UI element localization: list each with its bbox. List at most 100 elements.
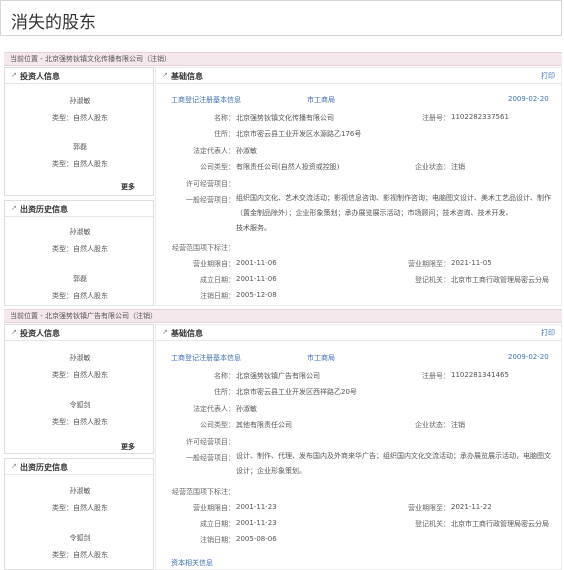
regno-value: 1102282337561 <box>451 113 509 121</box>
general-scope-label: 一般经营项目： <box>186 454 235 462</box>
name-label: 名称： <box>214 372 235 380</box>
general-scope-text: 组织国内文化、艺术交流活动；影视信息咨询、影视制作咨询；电脑图文设计、美术工艺品… <box>236 191 556 236</box>
page-header: 消失的股东 <box>0 0 562 36</box>
term-from-value: 2001-11-06 <box>236 259 277 267</box>
bureau-link[interactable]: 市工商局 <box>307 95 335 105</box>
history-panel-2: ↗ 出资历史信息 孙淑敏 类型：自然人股东 令狐剑 类型：自然人股东 <box>4 458 154 570</box>
more-link[interactable]: 更多 <box>121 442 135 452</box>
history-title: 出资历史信息 <box>20 463 68 472</box>
cancel-date-value: 2005-08-06 <box>236 535 277 543</box>
record-date: 2009-02-20 <box>508 95 549 103</box>
status-label: 企业状态： <box>415 163 450 171</box>
term-to-value: 2021-11-22 <box>451 503 492 511</box>
established-value: 2001-11-23 <box>236 519 277 527</box>
company-type-label: 公司类型： <box>200 421 235 429</box>
term-to-label: 营业期限至： <box>408 504 450 512</box>
page-title: 消失的股东 <box>11 13 96 33</box>
investor-type: 类型：自然人股东 <box>52 371 108 379</box>
history-type: 类型：自然人股东 <box>52 245 108 253</box>
registration-info-link[interactable]: 工商登记注册基本信息 <box>171 95 241 105</box>
cancel-date-label: 注销日期： <box>200 536 235 544</box>
history-title: 出资历史信息 <box>20 205 68 214</box>
basic-info-header: ↗ 基础信息 打印 <box>156 325 561 341</box>
capital-info-link[interactable]: 资本相关信息 <box>171 558 213 568</box>
term-from-value: 2001-11-23 <box>236 503 277 511</box>
basic-info-panel-2: ↗ 基础信息 打印 工商登记注册基本信息 市工商局 2009-02-20 名称：… <box>155 324 562 570</box>
authority-label: 登记机关： <box>415 276 450 284</box>
address-label: 住所： <box>214 130 235 138</box>
status-value: 注销 <box>451 163 465 171</box>
history-name[interactable]: 孙淑敏 <box>9 227 151 237</box>
scope-line: （置金制品除外）；企业形象策划；承办展览展示活动；市场顾问；技术咨询、技术开发、 <box>236 209 513 217</box>
history-panel-header: ↗ 出资历史信息 <box>5 459 153 475</box>
cancel-date-label: 注销日期： <box>200 292 235 300</box>
print-link[interactable]: 打印 <box>541 328 555 338</box>
permit-label: 许可经营项目： <box>186 438 235 446</box>
breadcrumb-text[interactable]: 当前位置 - 北京强势钬镇文化传播有限公司（注销） <box>10 54 171 64</box>
investor-name[interactable]: 孙淑敏 <box>9 96 151 106</box>
breadcrumb-text[interactable]: 当前位置 - 北京强势钬镇广告有限公司（注销） <box>10 311 157 321</box>
authority-label: 登记机关： <box>415 520 450 528</box>
term-to-value: 2021-11-05 <box>451 259 492 267</box>
term-to-label: 营业期限至： <box>408 260 450 268</box>
scope-note-label: 经营范围项下标注： <box>172 244 235 252</box>
permit-label: 许可经营项目： <box>186 180 235 188</box>
history-name[interactable]: 令狐剑 <box>9 533 151 543</box>
investors-title: 投资人信息 <box>20 72 60 81</box>
history-type: 类型：自然人股东 <box>52 292 108 300</box>
investors-panel-1: ↗ 投资人信息 孙淑敏 类型：自然人股东 郭磊 类型：自然人股东 更多 <box>4 67 154 196</box>
investor-name[interactable]: 孙淑敏 <box>9 353 151 363</box>
breadcrumb-company-2: 当前位置 - 北京强势钬镇广告有限公司（注销） <box>4 309 562 323</box>
investor-type: 类型：自然人股东 <box>52 160 108 168</box>
scope-line: 设计；企业形象策划。 <box>236 467 306 475</box>
name-value: 北京强势钬镇广告有限公司 <box>236 372 320 380</box>
print-link[interactable]: 打印 <box>541 71 555 81</box>
authority-value: 北京市工商行政管理局密云分局 <box>451 276 549 284</box>
investors-panel-header: ↗ 投资人信息 <box>5 68 153 84</box>
authority-value: 北京市工商行政管理局密云分局 <box>451 520 549 528</box>
investor-type: 类型：自然人股东 <box>52 114 108 122</box>
history-name[interactable]: 郭磊 <box>9 274 151 284</box>
investor-name[interactable]: 郭磊 <box>9 142 151 152</box>
basic-info-header: ↗ 基础信息 打印 <box>156 68 561 84</box>
investor-name[interactable]: 令狐剑 <box>9 400 151 410</box>
address-value: 北京市密云县工业开发区西祥路乙20号 <box>236 388 357 396</box>
investors-title: 投资人信息 <box>20 329 60 338</box>
scope-line: 技术服务。 <box>236 224 271 232</box>
legal-rep-label: 法定代表人： <box>193 147 235 155</box>
basic-info-title: 基础信息 <box>171 329 203 338</box>
scope-line: 设计、制作、代理、发布国内及外商来华广告；组织国内文化交流活动；承办展览展示活动… <box>236 452 551 460</box>
legal-rep-value: 孙淑敏 <box>236 147 257 155</box>
status-label: 企业状态： <box>415 421 450 429</box>
established-label: 成立日期： <box>200 276 235 284</box>
regno-label: 注册号： <box>422 114 450 122</box>
more-link[interactable]: 更多 <box>121 182 135 192</box>
legal-rep-value: 孙淑敏 <box>236 405 257 413</box>
arrow-icon: ↗ <box>162 328 168 336</box>
arrow-icon: ↗ <box>11 328 17 336</box>
address-value: 北京市密云县工业开发区水源路乙176号 <box>236 130 362 138</box>
term-from-label: 营业期限自： <box>193 504 235 512</box>
arrow-icon: ↗ <box>162 71 168 79</box>
term-from-label: 营业期限自： <box>193 260 235 268</box>
basic-info-title: 基础信息 <box>171 72 203 81</box>
arrow-icon: ↗ <box>11 204 17 212</box>
cancel-date-value: 2005-12-08 <box>236 291 277 299</box>
scope-note-label: 经营范围项下标注： <box>172 488 235 496</box>
status-value: 注销 <box>451 421 465 429</box>
registration-info-link[interactable]: 工商登记注册基本信息 <box>171 353 241 363</box>
history-name[interactable]: 孙淑敏 <box>9 486 151 496</box>
arrow-icon: ↗ <box>11 71 17 79</box>
breadcrumb-company-1: 当前位置 - 北京强势钬镇文化传播有限公司（注销） <box>4 52 562 66</box>
legal-rep-label: 法定代表人： <box>193 405 235 413</box>
basic-info-panel-1: ↗ 基础信息 打印 工商登记注册基本信息 市工商局 2009-02-20 名称：… <box>155 67 562 306</box>
arrow-icon: ↗ <box>11 462 17 470</box>
general-scope-text: 设计、制作、代理、发布国内及外商来华广告；组织国内文化交流活动；承办展览展示活动… <box>236 449 556 479</box>
investors-panel-header: ↗ 投资人信息 <box>5 325 153 341</box>
investors-panel-2: ↗ 投资人信息 孙淑敏 类型：自然人股东 令狐剑 类型：自然人股东 更多 <box>4 324 154 454</box>
history-panel-header: ↗ 出资历史信息 <box>5 201 153 217</box>
history-type: 类型：自然人股东 <box>52 551 108 559</box>
regno-label: 注册号： <box>422 372 450 380</box>
history-type: 类型：自然人股东 <box>52 504 108 512</box>
bureau-link[interactable]: 市工商局 <box>307 353 335 363</box>
